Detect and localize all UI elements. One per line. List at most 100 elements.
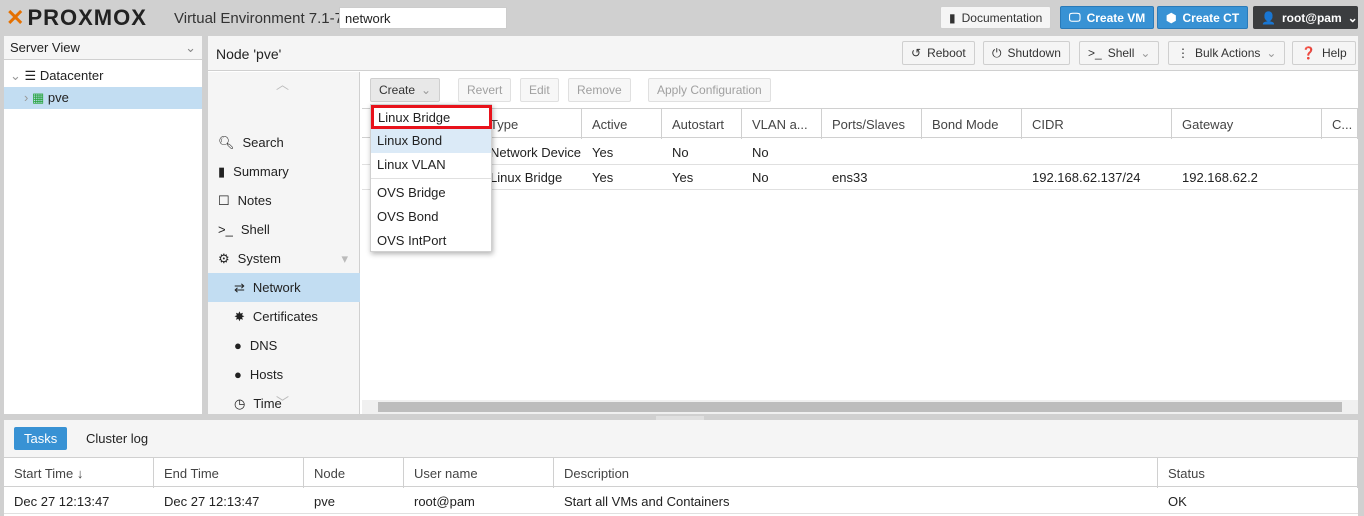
column-header[interactable]: Description (554, 458, 1158, 488)
create-button[interactable]: Create ⌄ (370, 78, 441, 102)
nav-item-certificates[interactable]: ✸ Certificates (208, 302, 360, 331)
chevron-down-icon: ⌄ (421, 83, 432, 97)
create-ct-button[interactable]: ⬢ Create CT (1157, 6, 1249, 29)
table-row[interactable]: Linux Bridge Yes Yes No ens33 192.168.62.137/… (362, 165, 1358, 190)
column-header[interactable]: Gateway (1172, 109, 1322, 139)
column-header[interactable]: Type (480, 109, 582, 139)
search-icon: 🔍︎ (218, 134, 235, 150)
collapse-icon: ▾ (341, 250, 348, 266)
shutdown-button[interactable]: ⏻ Shutdown (983, 41, 1070, 65)
scroll-up-icon[interactable]: ︿ (276, 74, 289, 93)
tasks-header: Start Time ↓ End Time Node User name Descrip… (4, 457, 1358, 488)
terminal-icon: >_ (1088, 46, 1102, 60)
table-cell: No (672, 145, 689, 160)
nav-item-hosts[interactable]: ● Hosts (208, 360, 360, 389)
table-cell: 192.168.62.137/24 (1032, 170, 1141, 185)
apply-configuration-button[interactable]: Apply Configuration (648, 78, 771, 102)
remove-button[interactable]: Remove (568, 78, 631, 102)
chevron-down-icon: ⌄ (1140, 46, 1151, 60)
table-cell (1022, 140, 1172, 164)
table-cell (1322, 165, 1358, 189)
menu-item-linux-vlan[interactable]: Linux VLAN (371, 153, 491, 177)
column-header[interactable]: Active (582, 109, 662, 139)
notes-icon: ☐ (218, 192, 230, 208)
scroll-down-icon[interactable]: ﹀ (276, 392, 289, 411)
horizontal-scrollbar[interactable] (362, 400, 1358, 414)
gears-icon: ⚙ (218, 250, 230, 266)
certificate-icon: ✸ (234, 308, 245, 324)
column-header[interactable]: Start Time ↓ (4, 458, 154, 488)
column-header[interactable]: C... (1322, 109, 1358, 139)
nav-item-summary[interactable]: ▮ Summary (208, 157, 360, 186)
table-cell: Yes (672, 170, 694, 185)
menu-item-ovs-bridge[interactable]: OVS Bridge (371, 181, 491, 205)
shell-button[interactable]: >_ Shell ⌄ (1079, 41, 1160, 65)
column-header[interactable]: Autostart (662, 109, 742, 139)
table-cell: Linux Bridge (490, 170, 563, 185)
chevron-down-icon: ⌄ (1266, 46, 1277, 60)
table-cell: OK (1168, 494, 1187, 509)
help-button[interactable]: ❓ Help (1292, 41, 1356, 65)
column-header[interactable]: User name (404, 458, 554, 488)
chevron-down-icon: ⌄ (185, 40, 196, 55)
table-cell: Dec 27 12:13:47 (164, 494, 260, 509)
bulk-actions-button[interactable]: ⋮ Bulk Actions ⌄ (1168, 41, 1286, 65)
menu-item-ovs-bond[interactable]: OVS Bond (371, 205, 491, 229)
table-cell: 192.168.62.2 (1182, 170, 1258, 185)
table-cell: Network Device (490, 145, 582, 160)
column-header[interactable]: CIDR (1022, 109, 1172, 139)
user-menu[interactable]: 👤 root@pam ⌄ (1253, 6, 1358, 29)
column-header[interactable]: Ports/Slaves (822, 109, 922, 139)
nav-item-network[interactable]: ⇄ Network (208, 273, 360, 302)
column-header[interactable]: Node (304, 458, 404, 488)
globe-icon: ● (234, 338, 242, 353)
menu-item-ovs-intport[interactable]: OVS IntPort (371, 229, 491, 253)
revert-button[interactable]: Revert (458, 78, 512, 102)
power-icon: ⏻ (992, 45, 1002, 60)
terminal-icon: >_ (218, 222, 233, 237)
view-selector[interactable]: Server View ⌄ (4, 36, 202, 60)
table-cell (922, 140, 1022, 164)
reboot-button[interactable]: ↺ Reboot (902, 41, 975, 65)
nav-item-dns[interactable]: ● DNS (208, 331, 360, 360)
table-cell: No (752, 170, 769, 185)
globe-icon: ● (234, 367, 242, 382)
column-header[interactable]: Status (1158, 458, 1358, 488)
splitter-handle[interactable] (656, 416, 704, 420)
table-row[interactable]: Dec 27 12:13:47 Dec 27 12:13:47 pve root@pa… (4, 488, 1358, 514)
create-vm-button[interactable]: 🖵 Create VM (1060, 6, 1155, 29)
nav-item-notes[interactable]: ☐ Notes (208, 186, 360, 215)
edit-button[interactable]: Edit (520, 78, 559, 102)
column-header[interactable]: End Time (154, 458, 304, 488)
proxmox-logo: ✕ PROXMOX (6, 5, 147, 30)
tab-tasks[interactable]: Tasks (14, 427, 68, 450)
log-panel: Tasks Cluster log Start Time ↓ End Time No… (4, 416, 1358, 516)
chevron-down-icon: ⌄ (1347, 10, 1358, 25)
table-cell (922, 165, 1022, 189)
tab-cluster-log[interactable]: Cluster log (76, 427, 158, 450)
more-icon: ⋮ (1177, 46, 1189, 60)
create-menu: Linux Bridge Linux Bond Linux VLAN OVS B… (370, 104, 492, 252)
search-input[interactable]: network (339, 7, 507, 29)
nav-item-shell[interactable]: >_ Shell (208, 215, 360, 244)
table-cell: No (752, 145, 769, 160)
help-icon: ❓ (1301, 46, 1316, 60)
cube-icon: ⬢ (1166, 10, 1177, 25)
reboot-icon: ↺ (911, 46, 922, 60)
table-cell: Yes (592, 145, 614, 160)
table-cell: Yes (592, 170, 614, 185)
table-row[interactable]: Network Device Yes No No (362, 140, 1358, 165)
nav-item-search[interactable]: 🔍︎ Search (208, 128, 360, 157)
table-cell (1172, 140, 1322, 164)
table-cell: pve (314, 494, 335, 509)
table-cell: Dec 27 12:13:47 (14, 494, 110, 509)
menu-item-linux-bridge[interactable]: Linux Bridge (371, 105, 492, 129)
column-header[interactable]: Bond Mode (922, 109, 1022, 139)
documentation-button[interactable]: ▮ Documentation (940, 6, 1052, 29)
tree-item-datacenter[interactable]: ⌄ ☰ Datacenter (4, 65, 202, 87)
nav-item-system[interactable]: ⚙ System ▾ (208, 244, 360, 273)
tree-item-pve[interactable]: › ▦ pve (4, 87, 202, 109)
menu-item-linux-bond[interactable]: Linux Bond (371, 129, 491, 153)
column-header[interactable]: VLAN a... (742, 109, 822, 139)
monitor-icon: 🖵 (1069, 10, 1081, 24)
